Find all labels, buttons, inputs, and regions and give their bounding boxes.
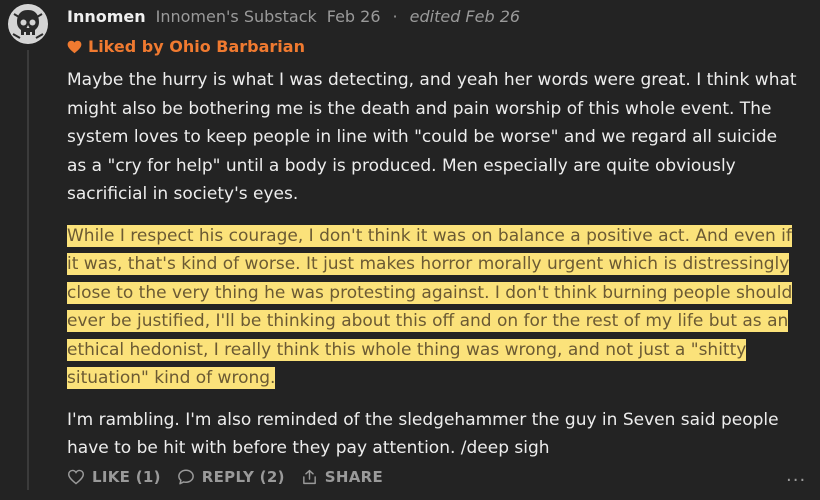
liked-by-badge: Liked by Ohio Barbarian [67, 37, 305, 56]
like-label: LIKE (1) [92, 468, 161, 486]
comment-header: Innomen Innomen's Substack Feb 26 · edit… [67, 5, 520, 27]
highlighted-text[interactable]: While I respect his courage, I don't thi… [67, 224, 793, 389]
liked-by-text: Liked by Ohio Barbarian [88, 37, 305, 56]
comment-actions: LIKE (1) REPLY (2) SHARE [67, 468, 383, 486]
more-options-button[interactable]: ··· [786, 470, 806, 491]
more-dots-icon: ··· [786, 470, 807, 491]
reply-button[interactable]: REPLY (2) [177, 468, 285, 486]
comment-paragraph-2: While I respect his courage, I don't thi… [67, 222, 797, 393]
thread-line [27, 50, 29, 490]
comment-date[interactable]: Feb 26 [327, 7, 381, 26]
comment-body: Maybe the hurry is what I was detecting,… [67, 66, 797, 463]
skull-avatar-icon [9, 5, 47, 43]
publication-name[interactable]: Innomen's Substack [156, 7, 317, 26]
heart-outline-icon [67, 469, 85, 485]
like-button[interactable]: LIKE (1) [67, 468, 161, 486]
comment-paragraph-1: Maybe the hurry is what I was detecting,… [67, 70, 797, 204]
separator-dot: · [392, 6, 398, 26]
share-button[interactable]: SHARE [301, 468, 383, 486]
comment-paragraph-3: I'm rambling. I'm also reminded of the s… [67, 409, 779, 459]
reply-label: REPLY (2) [201, 468, 285, 486]
share-label: SHARE [324, 468, 383, 486]
heart-filled-icon [67, 40, 82, 53]
share-upload-icon [302, 469, 316, 485]
author-name[interactable]: Innomen [67, 7, 146, 26]
edited-label: edited Feb 26 [409, 6, 521, 26]
speech-bubble-icon [177, 469, 194, 485]
avatar[interactable] [8, 4, 48, 44]
